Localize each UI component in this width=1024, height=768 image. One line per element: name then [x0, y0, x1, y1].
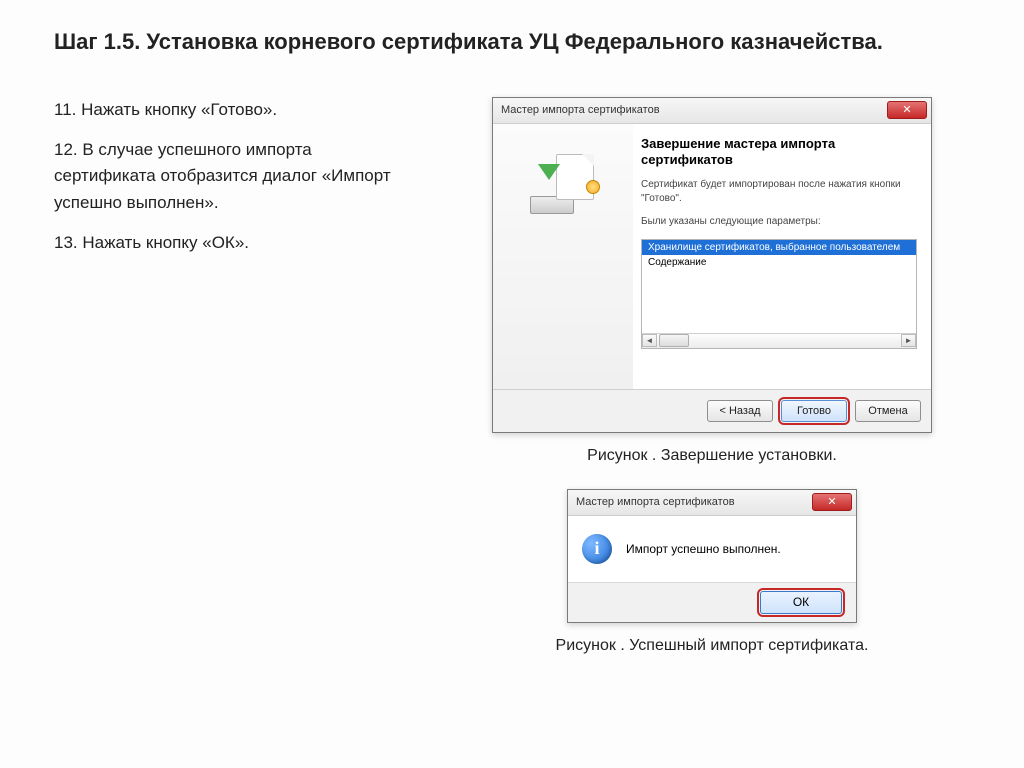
step-12: 12. В случае успешного импорта сертифика…	[54, 137, 414, 216]
figure-caption-1: Рисунок . Завершение установки.	[587, 447, 837, 465]
msgbox-title-text: Мастер импорта сертификатов	[576, 496, 735, 508]
wizard-sidebar	[493, 124, 633, 389]
param-row-content[interactable]: Содержание	[642, 255, 916, 270]
wizard-desc: Сертификат будет импортирован после нажа…	[641, 178, 917, 205]
wizard-params-list[interactable]: Хранилище сертификатов, выбранное пользо…	[641, 239, 917, 349]
back-button[interactable]: < Назад	[707, 400, 773, 422]
wizard-titlebar[interactable]: Мастер импорта сертификатов ✕	[493, 98, 931, 124]
certificate-import-icon	[528, 154, 598, 214]
wizard-title-text: Мастер импорта сертификатов	[501, 104, 660, 116]
figure-caption-2: Рисунок . Успешный импорт сертификата.	[556, 637, 869, 655]
scroll-track[interactable]	[657, 334, 901, 347]
msgbox-close-button[interactable]: ✕	[812, 493, 852, 511]
scroll-thumb[interactable]	[659, 334, 689, 347]
wizard-params-label: Были указаны следующие параметры:	[641, 215, 917, 229]
msgbox-titlebar[interactable]: Мастер импорта сертификатов ✕	[568, 490, 856, 516]
finish-button[interactable]: Готово	[781, 400, 847, 422]
close-icon: ✕	[902, 105, 911, 116]
instruction-list: 11. Нажать кнопку «Готово». 12. В случае…	[54, 97, 414, 271]
step-13: 13. Нажать кнопку «ОК».	[54, 230, 414, 256]
msgbox-message: Импорт успешно выполнен.	[626, 542, 781, 556]
wizard-window: Мастер импорта сертификатов ✕	[492, 97, 932, 433]
close-button[interactable]: ✕	[887, 101, 927, 119]
wizard-footer: < Назад Готово Отмена	[493, 390, 931, 432]
cancel-button[interactable]: Отмена	[855, 400, 921, 422]
msgbox-window: Мастер импорта сертификатов ✕ i Импорт у…	[567, 489, 857, 623]
step-11: 11. Нажать кнопку «Готово».	[54, 97, 414, 123]
scroll-left-icon[interactable]: ◄	[642, 334, 657, 347]
page-title: Шаг 1.5. Установка корневого сертификата…	[54, 28, 970, 57]
ok-button[interactable]: ОК	[760, 591, 842, 614]
wizard-heading: Завершение мастера импорта сертификатов	[641, 136, 917, 169]
horizontal-scrollbar[interactable]: ◄ ►	[642, 333, 916, 348]
param-row-selected[interactable]: Хранилище сертификатов, выбранное пользо…	[642, 240, 916, 255]
close-icon: ✕	[827, 497, 836, 508]
scroll-right-icon[interactable]: ►	[901, 334, 916, 347]
info-icon: i	[582, 534, 612, 564]
